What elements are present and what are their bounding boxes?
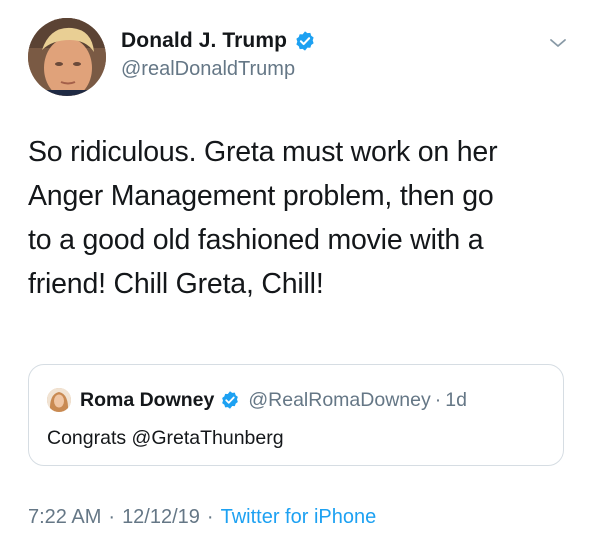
avatar-photo-icon bbox=[28, 18, 106, 96]
verified-badge-icon bbox=[294, 30, 316, 52]
quoted-author-name: Roma Downey bbox=[80, 388, 215, 411]
meta-separator: · bbox=[206, 506, 214, 528]
chevron-down-icon[interactable] bbox=[548, 36, 568, 50]
tweet-text-line: So ridiculous. Greta must work on her bbox=[28, 136, 498, 168]
quoted-time-separator: · bbox=[434, 388, 442, 411]
tweet-text-line: Anger Management problem, then go bbox=[28, 180, 494, 212]
author-name-row: Donald J. Trump bbox=[121, 27, 316, 55]
tweet-body: So ridiculous. Greta must work on her An… bbox=[28, 130, 576, 306]
tweet-time[interactable]: 7:22 AM bbox=[28, 506, 101, 529]
author-display-name[interactable]: Donald J. Trump bbox=[121, 29, 287, 53]
tweet-text-line: friend! Chill Greta, Chill! bbox=[28, 268, 324, 300]
tweet-card: Donald J. Trump @realDonaldTrump So ridi… bbox=[0, 0, 595, 548]
quoted-tweet-text: Congrats @GretaThunberg bbox=[47, 427, 284, 449]
verified-badge-icon bbox=[220, 390, 240, 410]
quoted-author-handle: @RealRomaDowney bbox=[248, 388, 431, 411]
tweet-metadata: 7:22 AM · 12/12/19 · Twitter for iPhone bbox=[28, 506, 376, 529]
author-avatar[interactable] bbox=[28, 18, 106, 96]
quoted-tweet[interactable]: Roma Downey @RealRomaDowney · 1d Congrat… bbox=[28, 364, 564, 466]
quoted-tweet-header: Roma Downey @RealRomaDowney · 1d bbox=[47, 387, 467, 413]
tweet-date[interactable]: 12/12/19 bbox=[122, 506, 200, 529]
quoted-author-avatar bbox=[47, 388, 71, 412]
author-handle[interactable]: @realDonaldTrump bbox=[121, 58, 295, 81]
tweet-text-line: to a good old fashioned movie with a bbox=[28, 224, 484, 256]
quoted-tweet-time: 1d bbox=[445, 388, 467, 411]
tweet-source-link[interactable]: Twitter for iPhone bbox=[221, 506, 377, 529]
meta-separator: · bbox=[108, 506, 116, 528]
